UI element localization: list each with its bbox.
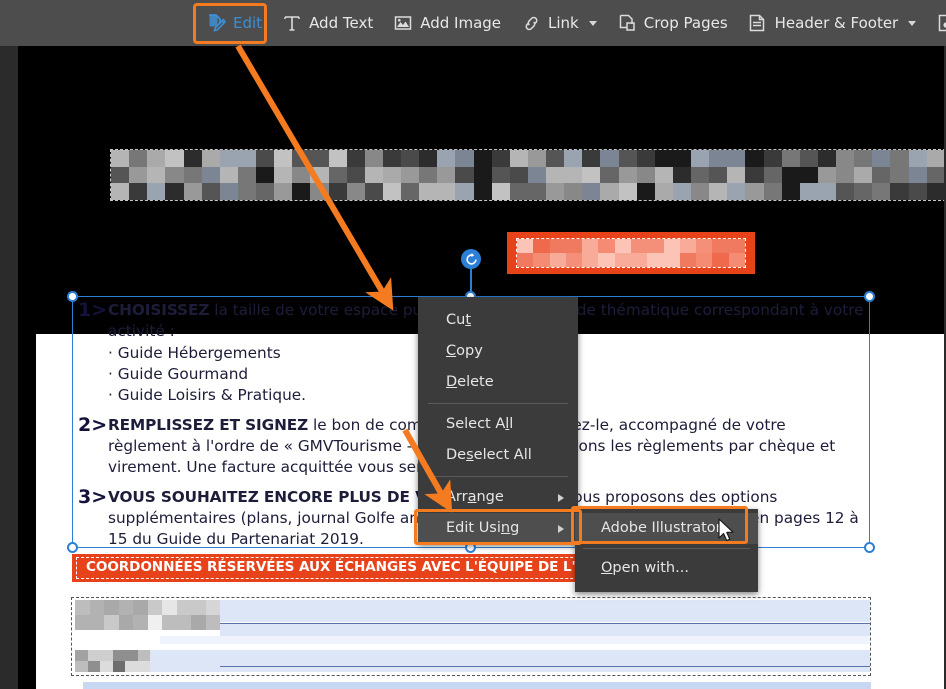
menu-item-label: Adobe Illustrator — [601, 520, 722, 536]
form-field-band — [150, 650, 870, 672]
redacted-header-image[interactable] — [110, 149, 946, 201]
menu-item-label: Copy — [446, 343, 483, 359]
edit-document-pencil-icon — [206, 12, 226, 34]
resize-handle-bottom-left[interactable] — [67, 542, 78, 553]
footer-blue-strip — [83, 682, 871, 689]
red-banner-label: COORDONNÉES RÉSERVÉES AUX ÉCHANGES AVEC … — [86, 559, 588, 575]
menu-item-label: Delete — [446, 374, 494, 390]
watermark-icon — [936, 12, 946, 34]
form-field-rule — [220, 666, 870, 667]
menu-item-label: Open with... — [601, 560, 689, 576]
redacted-form-label — [75, 600, 220, 630]
form-field-band — [220, 624, 870, 636]
toolbar-button-label: Link — [548, 14, 579, 32]
chevron-down-icon[interactable] — [588, 20, 597, 26]
context-menu[interactable]: Cut Copy Delete Select All Deselect All Arran… — [418, 297, 578, 544]
context-menu-item-copy[interactable]: Copy — [418, 336, 578, 367]
resize-handle-top-left[interactable] — [67, 291, 78, 302]
toolbar-button-watermark[interactable]: Watermark — [926, 0, 946, 46]
submenu-arrow-icon — [558, 494, 564, 502]
link-chain-icon — [521, 12, 541, 34]
menu-item-label: Select All — [446, 416, 514, 432]
context-menu-item-select-all[interactable]: Select All — [418, 409, 578, 440]
mouse-pointer-cursor — [718, 518, 736, 548]
resize-handle-bottom-right[interactable] — [864, 542, 875, 553]
resize-handle-top-right[interactable] — [864, 291, 875, 302]
toolbar-button-add-image[interactable]: Add Image — [383, 0, 511, 46]
submenu-item-open-with[interactable]: Open with... — [575, 553, 758, 584]
editor-toolbar[interactable]: Edit Add Text Add Image Link Crop Pages Heade… — [0, 0, 946, 46]
toolbar-button-label: Crop Pages — [643, 14, 728, 32]
toolbar-button-label: Add Text — [309, 14, 374, 32]
toolbar-button-header-footer[interactable]: Header & Footer — [738, 0, 927, 46]
form-field-band — [220, 600, 870, 622]
menu-item-label: Deselect All — [446, 447, 532, 463]
context-menu-item-delete[interactable]: Delete — [418, 367, 578, 398]
context-menu-item-cut[interactable]: Cut — [418, 305, 578, 336]
menu-separator — [428, 476, 568, 477]
header-footer-icon — [748, 12, 768, 34]
chevron-down-icon[interactable] — [908, 20, 917, 26]
form-field-band — [160, 636, 870, 644]
left-sidebar-rail — [0, 46, 18, 689]
context-menu-item-edit-using[interactable]: Edit Using — [418, 513, 578, 544]
menu-separator — [428, 403, 568, 404]
toolbar-button-label: Header & Footer — [774, 14, 899, 32]
toolbar-button-add-text[interactable]: Add Text — [272, 0, 383, 46]
menu-separator — [583, 548, 750, 549]
toolbar-button-crop-pages[interactable]: Crop Pages — [607, 0, 738, 46]
toolbar-button-edit[interactable]: Edit — [196, 0, 272, 46]
submenu-arrow-icon — [558, 525, 564, 533]
menu-item-label: Arrange — [446, 489, 504, 505]
redacted-form-label — [75, 650, 150, 672]
rotate-handle-icon[interactable] — [461, 249, 481, 269]
add-image-icon — [393, 12, 413, 34]
toolbar-button-label: Edit — [233, 14, 263, 32]
crop-pages-icon — [617, 12, 637, 34]
redacted-red-title-inner — [516, 238, 746, 268]
context-menu-item-deselect-all[interactable]: Deselect All — [418, 440, 578, 471]
menu-item-label: Edit Using — [446, 520, 520, 536]
redacted-red-title-block[interactable] — [507, 232, 755, 274]
footer-form-block[interactable] — [71, 597, 871, 676]
context-menu-item-arrange[interactable]: Arrange — [418, 482, 578, 513]
add-text-icon — [282, 12, 302, 34]
menu-item-label: Cut — [446, 312, 472, 328]
toolbar-button-label: Add Image — [420, 14, 502, 32]
toolbar-button-link[interactable]: Link — [511, 0, 607, 46]
form-field-rule — [220, 623, 870, 624]
pdf-editor-window: 1> CHOISISSEZ la taille de votre espace … — [0, 0, 946, 689]
